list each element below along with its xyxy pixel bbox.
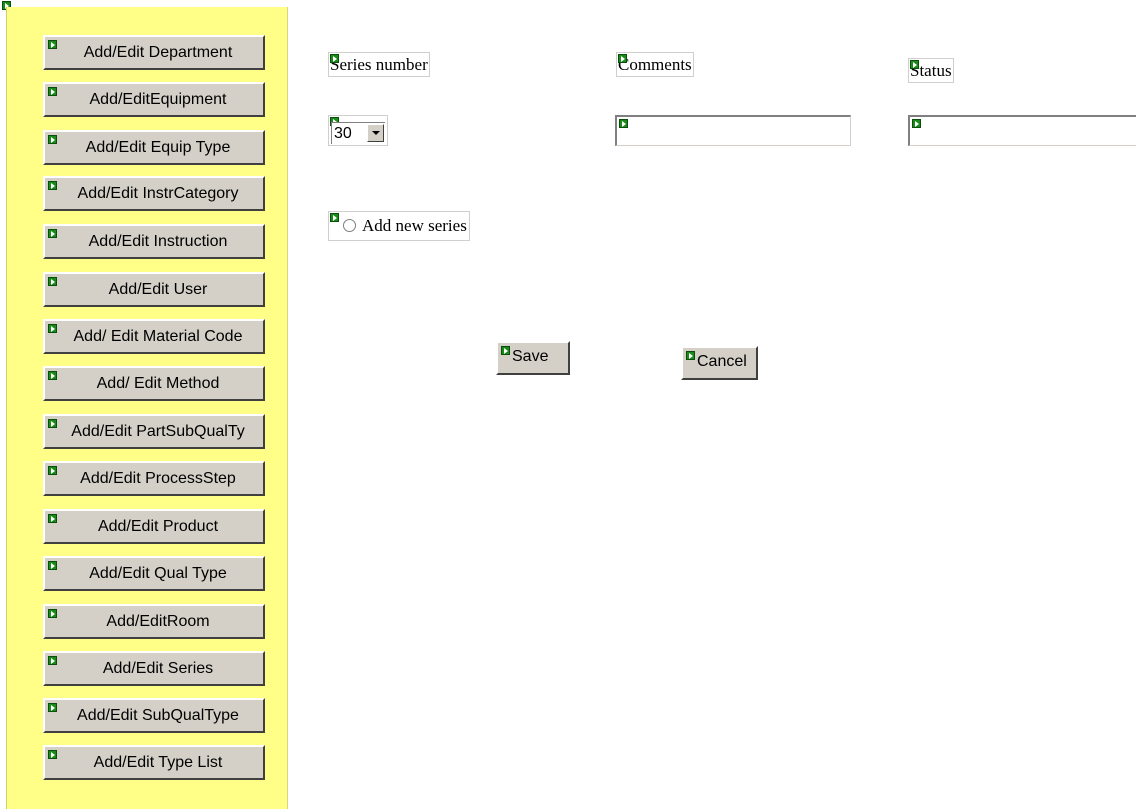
button-label: Add/ Edit Material Code (73, 328, 243, 345)
series-number-value: 30 (334, 125, 352, 142)
add-edit-part-sub-qual-type-button[interactable]: Add/Edit PartSubQualTy (43, 414, 265, 449)
save-button-label: Save (512, 348, 549, 365)
add-new-series-label: Add new series (362, 216, 467, 235)
chevron-down-icon[interactable] (367, 124, 384, 142)
button-label: Add/Edit ProcessStep (80, 470, 236, 487)
design-marker-icon (48, 181, 57, 190)
add-edit-series-button[interactable]: Add/Edit Series (43, 651, 265, 686)
select-field[interactable]: 30 (331, 122, 385, 144)
save-button[interactable]: Save (496, 341, 570, 375)
add-edit-method-button[interactable]: Add/ Edit Method (43, 366, 265, 401)
add-edit-instr-category-button[interactable]: Add/Edit InstrCategory (43, 176, 265, 211)
button-label: Add/Edit Qual Type (89, 565, 227, 582)
cancel-button-label: Cancel (697, 353, 747, 370)
add-edit-process-step-button[interactable]: Add/Edit ProcessStep (43, 461, 265, 496)
design-marker-icon (48, 750, 57, 759)
status-input[interactable] (908, 115, 1136, 146)
design-marker-icon (48, 324, 57, 333)
design-marker-icon (48, 229, 57, 238)
add-edit-equip-type-button[interactable]: Add/Edit Equip Type (43, 130, 265, 165)
button-label: Add/Edit Department (83, 44, 233, 61)
design-marker-icon (330, 213, 339, 222)
design-marker-icon (48, 609, 57, 618)
button-label: Add/EditRoom (106, 613, 210, 630)
button-label: Add/Edit InstrCategory (77, 185, 239, 202)
design-marker-icon (686, 351, 695, 360)
add-edit-type-list-button[interactable]: Add/Edit Type List (43, 745, 265, 780)
add-edit-qual-type-button[interactable]: Add/Edit Qual Type (43, 556, 265, 591)
add-edit-material-code-button[interactable]: Add/ Edit Material Code (43, 319, 265, 354)
design-marker-icon (48, 419, 57, 428)
comments-label: Comments (616, 52, 694, 77)
series-number-label-text: Series number (330, 55, 428, 74)
page: Add/Edit Department Add/EditEquipment Ad… (0, 0, 1136, 809)
add-edit-sub-qual-type-button[interactable]: Add/Edit SubQualType (43, 698, 265, 733)
design-marker-icon (910, 60, 919, 69)
design-marker-icon (48, 561, 57, 570)
series-number-label: Series number (328, 52, 430, 77)
design-marker-icon (618, 54, 627, 63)
add-edit-equipment-button[interactable]: Add/EditEquipment (43, 82, 265, 117)
add-edit-instruction-button[interactable]: Add/Edit Instruction (43, 224, 265, 259)
status-label: Status (908, 58, 954, 83)
button-label: Add/Edit Equip Type (85, 139, 231, 156)
button-label: Add/EditEquipment (89, 91, 227, 108)
design-marker-icon (330, 54, 339, 63)
add-new-series-radio[interactable] (343, 219, 356, 232)
design-marker-icon (48, 514, 57, 523)
add-edit-department-button[interactable]: Add/Edit Department (43, 35, 265, 70)
design-marker-icon (48, 40, 57, 49)
design-marker-icon (48, 371, 57, 380)
design-marker-icon (48, 135, 57, 144)
sidebar: Add/Edit Department Add/EditEquipment Ad… (6, 7, 288, 809)
design-marker-icon (619, 119, 628, 128)
button-label: Add/Edit User (108, 281, 208, 298)
design-marker-icon (48, 703, 57, 712)
add-edit-user-button[interactable]: Add/Edit User (43, 272, 265, 307)
button-label: Add/Edit SubQualType (77, 707, 239, 724)
button-label: Add/Edit Product (97, 518, 219, 535)
add-edit-product-button[interactable]: Add/Edit Product (43, 509, 265, 544)
add-new-series-option[interactable]: Add new series (328, 211, 470, 241)
design-marker-icon (501, 346, 510, 355)
cancel-button[interactable]: Cancel (681, 346, 758, 380)
button-label: Add/ Edit Method (96, 375, 220, 392)
comments-label-text: Comments (618, 55, 692, 74)
design-marker-icon (48, 277, 57, 286)
button-label: Add/Edit Type List (93, 754, 223, 771)
design-marker-icon (48, 656, 57, 665)
button-label: Add/Edit Series (102, 660, 214, 677)
button-label: Add/Edit PartSubQualTy (71, 423, 245, 440)
comments-input[interactable] (615, 115, 851, 146)
design-marker-icon (912, 119, 921, 128)
series-number-select[interactable]: 30 (328, 115, 388, 146)
add-edit-room-button[interactable]: Add/EditRoom (43, 604, 265, 639)
design-marker-icon (48, 466, 57, 475)
design-marker-icon (48, 87, 57, 96)
button-label: Add/Edit Instruction (88, 233, 228, 250)
